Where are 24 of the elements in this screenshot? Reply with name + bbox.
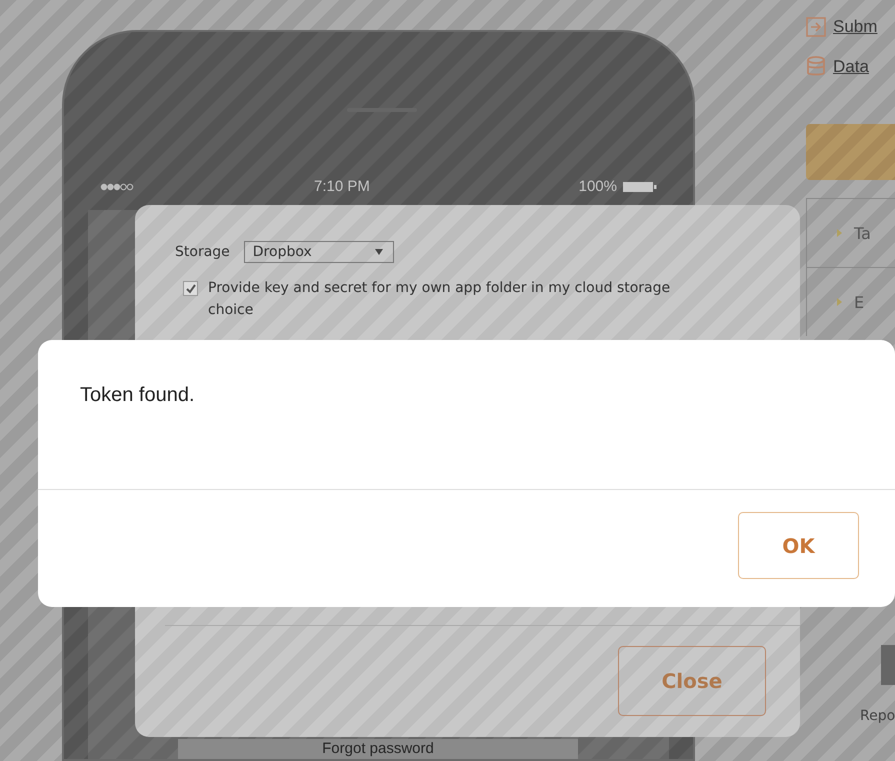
bullet-icon: [837, 298, 842, 306]
panel-list-item[interactable]: Ta: [806, 198, 895, 267]
ok-button[interactable]: OK: [738, 512, 859, 579]
report-label: Repo: [860, 708, 895, 724]
panel-list-item[interactable]: E: [806, 267, 895, 336]
action-bar[interactable]: [806, 124, 895, 180]
database-icon: [806, 56, 826, 78]
item-label: Ta: [854, 224, 871, 242]
storage-select[interactable]: Dropbox: [244, 241, 394, 263]
item-label: E: [854, 292, 864, 312]
checkbox-label: Provide key and secret for my own app folder in my cloud storage choice: [208, 279, 672, 320]
forgot-password-button[interactable]: Forgot password: [178, 739, 578, 759]
signal-icon: [100, 182, 134, 190]
battery-icon: [623, 180, 657, 192]
status-time: 7:10 PM: [314, 178, 370, 195]
panel-link[interactable]: Data: [833, 57, 869, 77]
alert-message: Token found.: [38, 340, 895, 490]
bullet-icon: [837, 229, 842, 237]
storage-label: Storage: [175, 244, 230, 260]
close-button[interactable]: Close: [618, 646, 766, 716]
checkbox[interactable]: [183, 281, 198, 296]
dropdown-caret-icon: [374, 249, 383, 255]
battery-percent: 100%: [578, 178, 617, 195]
panel-link[interactable]: Subm: [833, 17, 878, 37]
